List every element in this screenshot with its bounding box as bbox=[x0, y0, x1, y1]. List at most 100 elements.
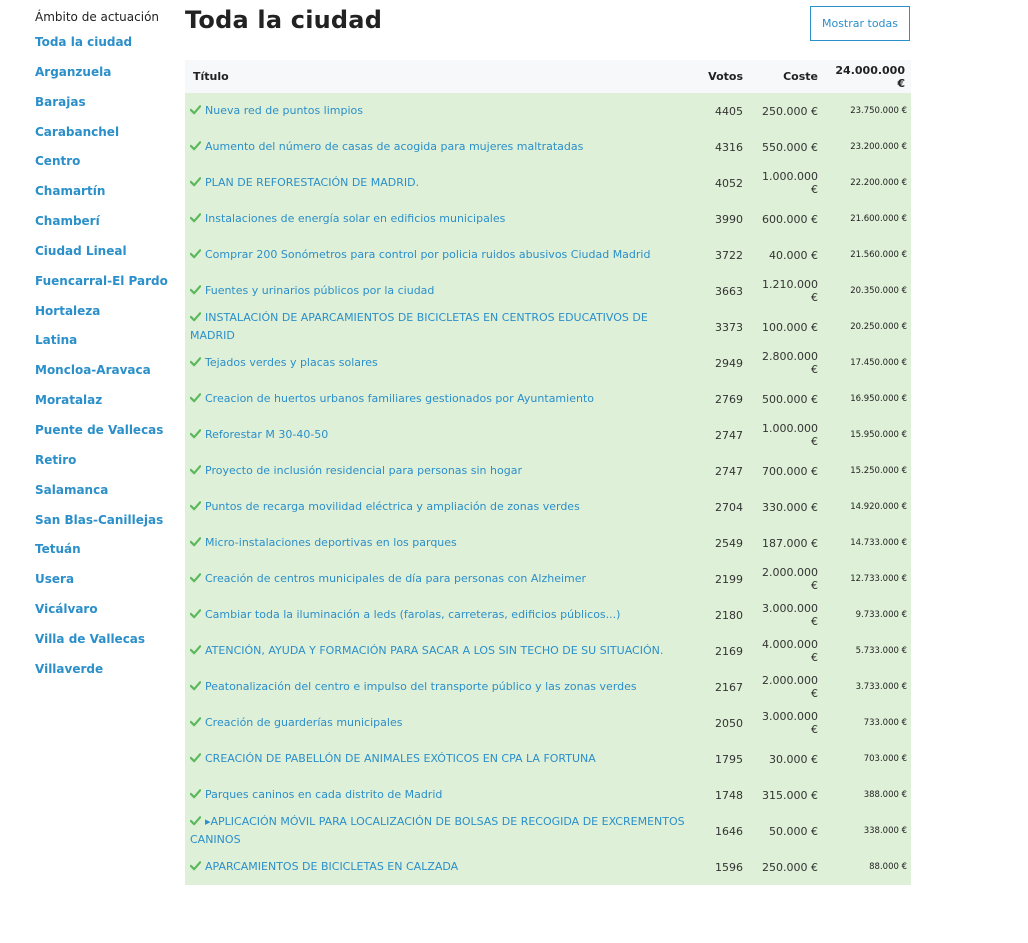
checkmark-icon bbox=[190, 501, 201, 511]
results-table-container: Título Votos Coste 24.000.000 € Nueva re… bbox=[185, 60, 911, 885]
sidebar-link[interactable]: Villaverde bbox=[35, 662, 103, 676]
sidebar-link[interactable]: Ciudad Lineal bbox=[35, 244, 127, 258]
project-link[interactable]: APARCAMIENTOS DE BICICLETAS EN CALZADA bbox=[205, 860, 458, 873]
table-row: Creación de centros municipales de día p… bbox=[185, 561, 911, 597]
project-link[interactable]: CREACIÓN DE PABELLÓN DE ANIMALES EXÓTICO… bbox=[205, 752, 596, 765]
project-title-cell: ▸APLICACIÓN MÓVIL PARA LOCALIZACIÓN DE B… bbox=[185, 813, 701, 849]
project-link[interactable]: Tejados verdes y placas solares bbox=[205, 356, 378, 369]
project-title-cell: Reforestar M 30-40-50 bbox=[185, 417, 701, 453]
sidebar-link[interactable]: Fuencarral-El Pardo bbox=[35, 274, 168, 288]
checkmark-icon bbox=[190, 177, 201, 187]
project-link[interactable]: Parques caninos en cada distrito de Madr… bbox=[205, 788, 442, 801]
sidebar: Ámbito de actuación Toda la ciudad Arganz… bbox=[35, 8, 175, 689]
project-link[interactable]: Creación de guarderías municipales bbox=[205, 716, 402, 729]
sidebar-link[interactable]: Retiro bbox=[35, 453, 76, 467]
remaining-budget-cell: 703.000 € bbox=[863, 754, 907, 764]
table-row: PLAN DE REFORESTACIÓN DE MADRID. 4052 1.00… bbox=[185, 165, 911, 201]
project-link[interactable]: Cambiar toda la iluminación a leds (faro… bbox=[205, 608, 620, 621]
project-link[interactable]: Puntos de recarga movilidad eléctrica y … bbox=[205, 500, 580, 513]
project-link[interactable]: ATENCIÓN, AYUDA Y FORMACIÓN PARA SACAR A… bbox=[205, 644, 663, 657]
sidebar-link[interactable]: Toda la ciudad bbox=[35, 35, 132, 49]
cost-cell: 2.000.000 € bbox=[762, 566, 818, 592]
project-link[interactable]: Aumento del número de casas de acogida p… bbox=[205, 140, 583, 153]
cost-cell: 250.000 € bbox=[762, 104, 818, 118]
sidebar-link[interactable]: Arganzuela bbox=[35, 65, 111, 79]
cost-cell: 30.000 € bbox=[769, 752, 818, 766]
sidebar-link[interactable]: Moncloa-Aravaca bbox=[35, 363, 151, 377]
sidebar-link[interactable]: San Blas-Canillejas bbox=[35, 513, 163, 527]
votes-cell: 3722 bbox=[715, 248, 743, 262]
project-link[interactable]: PLAN DE REFORESTACIÓN DE MADRID. bbox=[205, 176, 419, 189]
show-all-button[interactable]: Mostrar todas bbox=[810, 6, 910, 41]
sidebar-link[interactable]: Latina bbox=[35, 333, 77, 347]
sidebar-link[interactable]: Puente de Vallecas bbox=[35, 423, 163, 437]
sidebar-item: Usera bbox=[35, 569, 175, 599]
checkmark-icon bbox=[190, 429, 201, 439]
table-row: ATENCIÓN, AYUDA Y FORMACIÓN PARA SACAR A… bbox=[185, 633, 911, 669]
remaining-budget-cell: 9.733.000 € bbox=[855, 610, 907, 620]
cost-cell: 500.000 € bbox=[762, 392, 818, 406]
cost-cell: 1.210.000 € bbox=[762, 278, 818, 304]
sidebar-link[interactable]: Salamanca bbox=[35, 483, 108, 497]
project-link[interactable]: ▸APLICACIÓN MÓVIL PARA LOCALIZACIÓN DE B… bbox=[190, 815, 685, 846]
table-row: Micro-instalaciones deportivas en los pa… bbox=[185, 525, 911, 561]
project-link[interactable]: Creación de centros municipales de día p… bbox=[205, 572, 586, 585]
header-title: Título bbox=[193, 70, 229, 83]
project-link[interactable]: Nueva red de puntos limpios bbox=[205, 104, 363, 117]
sidebar-link[interactable]: Moratalaz bbox=[35, 393, 102, 407]
table-header-row: Título Votos Coste 24.000.000 € bbox=[185, 60, 911, 93]
cost-cell: 330.000 € bbox=[762, 500, 818, 514]
votes-cell: 4405 bbox=[715, 104, 743, 118]
sidebar-link[interactable]: Barajas bbox=[35, 95, 86, 109]
checkmark-icon bbox=[190, 249, 201, 259]
project-link[interactable]: Reforestar M 30-40-50 bbox=[205, 428, 328, 441]
sidebar-link[interactable]: Tetuán bbox=[35, 542, 81, 556]
votes-cell: 3663 bbox=[715, 284, 743, 298]
sidebar-link[interactable]: Carabanchel bbox=[35, 125, 119, 139]
remaining-budget-cell: 5.733.000 € bbox=[855, 646, 907, 656]
table-row: Creacion de huertos urbanos familiares g… bbox=[185, 381, 911, 417]
remaining-budget-cell: 733.000 € bbox=[863, 718, 907, 728]
project-link[interactable]: Instalaciones de energía solar en edific… bbox=[205, 212, 505, 225]
sidebar-item: Tetuán bbox=[35, 539, 175, 569]
cost-cell: 315.000 € bbox=[762, 788, 818, 802]
project-link[interactable]: Peatonalización del centro e impulso del… bbox=[205, 680, 637, 693]
checkmark-icon bbox=[190, 141, 201, 151]
project-title-cell: Proyecto de inclusión residencial para p… bbox=[185, 453, 701, 489]
votes-cell: 3990 bbox=[715, 212, 743, 226]
sidebar-link[interactable]: Usera bbox=[35, 572, 74, 586]
remaining-budget-cell: 338.000 € bbox=[863, 826, 907, 836]
votes-cell: 2549 bbox=[715, 536, 743, 550]
table-body: Nueva red de puntos limpios 4405 250.000 €… bbox=[185, 93, 911, 885]
project-title-cell: Creación de centros municipales de día p… bbox=[185, 561, 701, 597]
table-row: Parques caninos en cada distrito de Madr… bbox=[185, 777, 911, 813]
sidebar-link[interactable]: Vicálvaro bbox=[35, 602, 98, 616]
project-link[interactable]: INSTALACIÓN DE APARCAMIENTOS DE BICICLET… bbox=[190, 311, 648, 342]
votes-cell: 2169 bbox=[715, 644, 743, 658]
project-link[interactable]: Comprar 200 Sonómetros para control por … bbox=[205, 248, 650, 261]
checkmark-icon bbox=[190, 609, 201, 619]
project-title-cell: Cambiar toda la iluminación a leds (faro… bbox=[185, 597, 701, 633]
project-link[interactable]: Proyecto de inclusión residencial para p… bbox=[205, 464, 522, 477]
project-title-cell: Tejados verdes y placas solares bbox=[185, 345, 701, 381]
project-link[interactable]: Micro-instalaciones deportivas en los pa… bbox=[205, 536, 457, 549]
project-link[interactable]: Creacion de huertos urbanos familiares g… bbox=[205, 392, 594, 405]
sidebar-link[interactable]: Chamberí bbox=[35, 214, 100, 228]
project-title-cell: PLAN DE REFORESTACIÓN DE MADRID. bbox=[185, 165, 701, 201]
sidebar-item: Latina bbox=[35, 330, 175, 360]
cost-cell: 600.000 € bbox=[762, 212, 818, 226]
sidebar-link[interactable]: Chamartín bbox=[35, 184, 105, 198]
votes-cell: 2050 bbox=[715, 716, 743, 730]
project-link[interactable]: Fuentes y urinarios públicos por la ciud… bbox=[205, 284, 434, 297]
votes-cell: 1646 bbox=[715, 824, 743, 838]
votes-cell: 3373 bbox=[715, 320, 743, 334]
sidebar-link[interactable]: Villa de Vallecas bbox=[35, 632, 145, 646]
sidebar-link[interactable]: Centro bbox=[35, 154, 80, 168]
cost-cell: 3.000.000 € bbox=[762, 602, 818, 628]
checkmark-icon bbox=[190, 357, 201, 367]
cost-cell: 550.000 € bbox=[762, 140, 818, 154]
sidebar-item: Moncloa-Aravaca bbox=[35, 360, 175, 390]
project-title-cell: APARCAMIENTOS DE BICICLETAS EN CALZADA bbox=[185, 849, 701, 885]
sidebar-link[interactable]: Hortaleza bbox=[35, 304, 100, 318]
sidebar-item: Moratalaz bbox=[35, 390, 175, 420]
